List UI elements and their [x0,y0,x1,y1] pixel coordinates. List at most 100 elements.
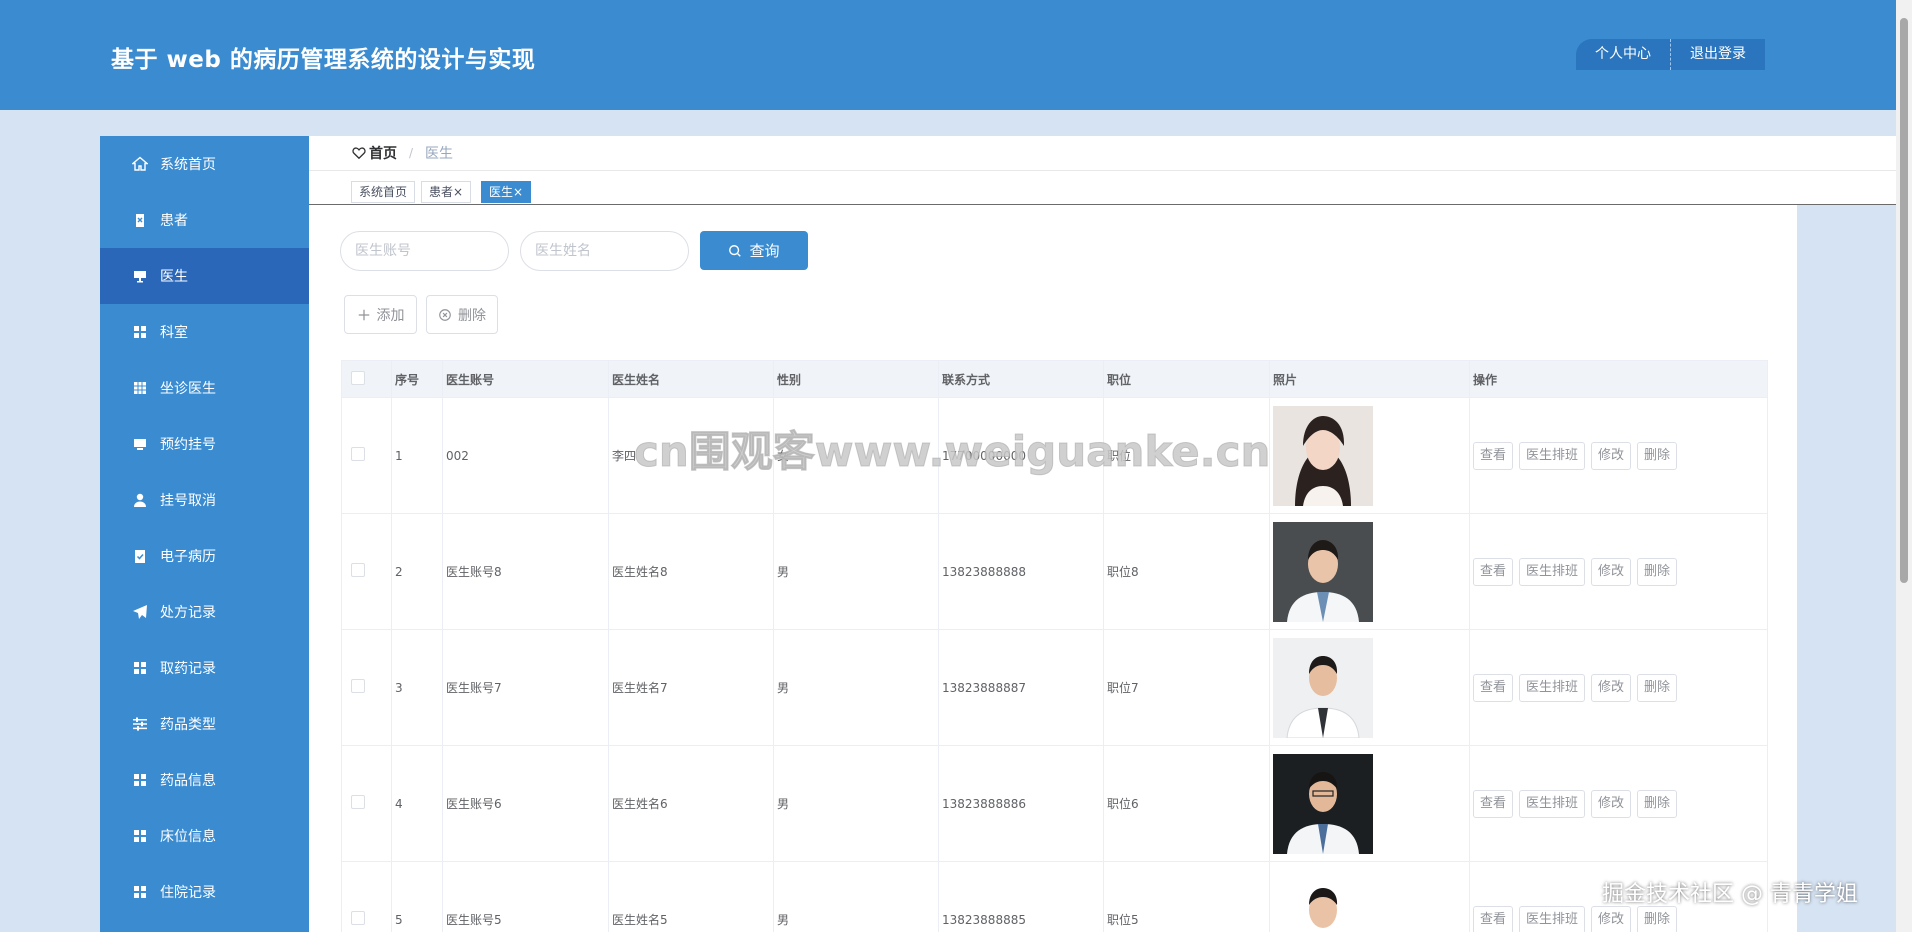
sidebar-item-duty-doctor[interactable]: 坐诊医生 [100,360,309,416]
row-actions-cell: 查看 医生排班 修改 删除 [1469,629,1768,746]
sidebar-item-home[interactable]: 系统首页 [100,136,309,192]
tab-label: 医生 [489,185,514,199]
row-account: 002 [442,397,609,514]
sidebar-item-label: 电子病历 [160,549,216,565]
sidebar-item-medicine-pickup[interactable]: 取药记录 [100,640,309,696]
sidebar-item-hospitalization[interactable]: 住院记录 [100,864,309,920]
sidebar-item-label: 坐诊医生 [160,381,216,397]
delete-button[interactable]: 删除 [1637,789,1678,818]
table-row: 5 医生账号5 医生姓名5 男 13823888885 职位5 查看 医生排班 修改… [341,861,1768,932]
table-icon [132,380,148,396]
close-icon[interactable]: × [453,185,463,199]
plus-icon [358,309,369,320]
query-button[interactable]: 查询 [700,231,808,270]
sidebar-item-appointment[interactable]: 预约挂号 [100,416,309,472]
header-actions: 个人中心 退出登录 [1576,39,1765,70]
schedule-button[interactable]: 医生排班 [1519,789,1586,818]
credit-text: 掘金技术社区 @ 青青学姐 [1602,882,1858,907]
row-name: 医生姓名5 [608,861,774,932]
close-icon[interactable]: × [513,185,523,199]
sidebar-item-label: 预约挂号 [160,437,216,453]
doctor-name-input[interactable]: 医生姓名 [520,231,689,271]
sidebar-item-bed-info[interactable]: 床位信息 [100,808,309,864]
schedule-button[interactable]: 医生排班 [1519,905,1586,932]
column-header: 职位 [1103,360,1270,398]
doctor-account-input[interactable]: 医生账号 [340,231,509,271]
page-scrollbar[interactable] [1896,0,1912,932]
home-icon [132,156,148,172]
row-checkbox[interactable] [351,563,365,577]
user-icon [132,492,148,508]
batch-delete-button[interactable]: 删除 [426,295,498,334]
row-account: 医生账号6 [442,745,609,862]
sidebar-item-medicine-type[interactable]: 药品类型 [100,696,309,752]
doctor-photo[interactable] [1273,521,1373,622]
table-row: 2 医生账号8 医生姓名8 男 13823888888 职位8 查看 医生排班 修改… [341,513,1768,630]
column-header: 性别 [773,360,939,398]
schedule-button[interactable]: 医生排班 [1519,441,1586,470]
row-checkbox[interactable] [351,447,365,461]
doctor-photo[interactable] [1273,869,1373,932]
personal-center-button[interactable]: 个人中心 [1576,39,1671,70]
row-checkbox[interactable] [351,911,365,925]
monitor-icon [132,268,148,284]
view-button[interactable]: 查看 [1473,789,1514,818]
row-phone: 13823888888 [938,513,1104,630]
tab-home[interactable]: 系统首页 [351,181,416,203]
view-button[interactable]: 查看 [1473,905,1514,932]
breadcrumb: 首页 / 医生 [309,136,1896,171]
schedule-button[interactable]: 医生排班 [1519,673,1586,702]
edit-button[interactable]: 修改 [1591,905,1632,932]
delete-button[interactable]: 删除 [1637,905,1678,932]
select-all-checkbox[interactable] [351,370,365,385]
scrollbar-thumb[interactable] [1900,18,1908,583]
schedule-button[interactable]: 医生排班 [1519,557,1586,586]
doctor-photo[interactable] [1273,637,1373,738]
edit-button[interactable]: 修改 [1591,789,1632,818]
row-no: 5 [391,861,443,932]
sidebar-item-cancel-registration[interactable]: 挂号取消 [100,472,309,528]
send-icon [132,604,148,620]
sidebar-item-doctor[interactable]: 医生 [100,248,309,304]
view-button[interactable]: 查看 [1473,441,1514,470]
tab-doctor[interactable]: 医生× [481,181,532,203]
sidebar-item-medicine-info[interactable]: 药品信息 [100,752,309,808]
sidebar-item-department[interactable]: 科室 [100,304,309,360]
row-checkbox[interactable] [351,795,365,809]
logout-button[interactable]: 退出登录 [1671,39,1765,70]
circle-close-icon [439,308,451,321]
doctor-photo[interactable] [1273,753,1373,854]
sidebar-item-medical-record[interactable]: 电子病历 [100,528,309,584]
delete-label: 删除 [458,307,486,324]
view-button[interactable]: 查看 [1473,673,1514,702]
watermark-text: cn围观客www.weiguanke.cn [633,427,1271,477]
row-checkbox[interactable] [351,679,365,693]
row-photo-cell [1269,513,1470,630]
row-actions-cell: 查看 医生排班 修改 删除 [1469,513,1768,630]
search-icon [729,244,742,257]
sidebar-item-label: 系统首页 [160,157,216,173]
add-label: 添加 [376,307,405,324]
tab-patient[interactable]: 患者× [421,181,472,203]
row-position: 职位6 [1103,745,1270,862]
sidebar-item-prescription[interactable]: 处方记录 [100,584,309,640]
edit-button[interactable]: 修改 [1591,673,1632,702]
delete-button[interactable]: 删除 [1637,441,1678,470]
add-button[interactable]: 添加 [344,295,417,334]
row-name: 医生姓名7 [608,629,774,746]
grid-icon [132,772,148,788]
edit-button[interactable]: 修改 [1591,441,1632,470]
sidebar-item-patient[interactable]: 患者 [100,192,309,248]
edit-button[interactable]: 修改 [1591,557,1632,586]
select-all-cell[interactable] [341,360,392,398]
row-photo-cell [1269,745,1470,862]
sidebar-item-label: 药品类型 [160,717,216,733]
delete-button[interactable]: 删除 [1637,673,1678,702]
view-button[interactable]: 查看 [1473,557,1514,586]
doctor-photo[interactable] [1273,405,1373,506]
row-photo-cell [1269,861,1470,932]
row-account: 医生账号8 [442,513,609,630]
tab-label: 患者 [429,185,454,199]
delete-button[interactable]: 删除 [1637,557,1678,586]
breadcrumb-home[interactable]: 首页 [352,143,397,163]
